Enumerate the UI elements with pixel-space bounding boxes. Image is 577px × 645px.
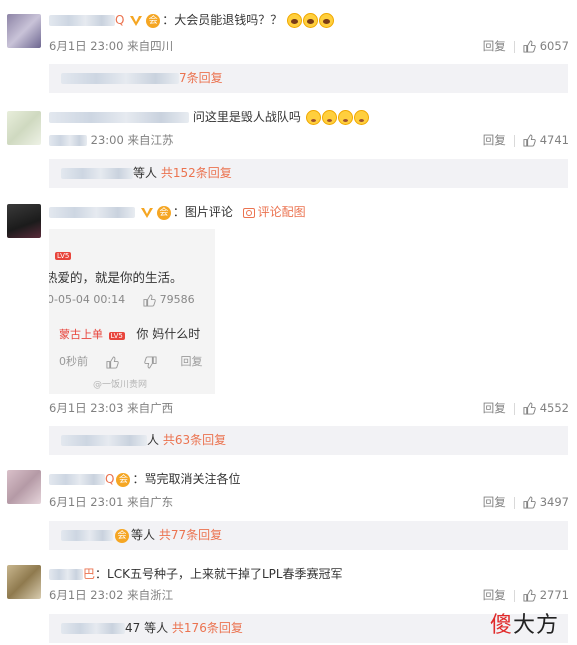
avatar[interactable] (7, 204, 41, 238)
picture-watermark: @一饭川贵网 (93, 380, 148, 390)
comment-text: ：骂完取消关注各位 (132, 472, 241, 486)
username-suffix[interactable]: Q (105, 472, 114, 486)
blurred-username[interactable] (49, 207, 135, 218)
picture-reply-user: 蒙古上单 (59, 328, 103, 341)
picture-reply-label: 回复 (180, 355, 203, 368)
blurred-username[interactable] (49, 474, 105, 485)
verified-v-icon (140, 207, 153, 218)
comment-text: 问这里是毁人战队吗 (192, 110, 301, 124)
comment-4: Q 会：骂完取消关注各位 6月1日 23:01 来自广东 回复 3497 会等人 共… (0, 460, 577, 555)
member-badge-icon: 会 (146, 13, 161, 28)
like-count: 4552 (539, 401, 569, 415)
reply-summary-bar[interactable]: 7条回复 (49, 64, 568, 93)
like-thumb-icon (105, 355, 119, 369)
like-thumb-icon[interactable] (523, 589, 536, 602)
reply-count-link[interactable]: 共63条回复 (163, 433, 226, 447)
reply-prefix: 等人 (131, 528, 156, 542)
thinking-face-icon (353, 110, 369, 125)
comment-time: 23:00 (90, 133, 124, 147)
reply-count-link[interactable]: 共152条回复 (161, 166, 232, 180)
comment-source: 来自广东 (127, 495, 174, 509)
thinking-face-icon (337, 110, 353, 125)
crying-face-icon (287, 13, 303, 28)
camera-icon (242, 207, 255, 218)
site-watermark: 傻大方 (489, 613, 559, 638)
picture-likes: 79586 (159, 293, 195, 306)
level-tag: LV5 (108, 332, 125, 340)
like-count: 6057 (539, 39, 569, 53)
like-thumb-icon[interactable] (523, 496, 536, 509)
reply-button[interactable]: 回复 (483, 133, 506, 147)
username-suffix[interactable]: 巴 (83, 567, 95, 581)
like-thumb-icon[interactable] (523, 134, 536, 147)
like-count: 2771 (539, 588, 569, 602)
comment-2: 问这里是毁人战队吗 23:00 来自江苏 回复 4741 等人 共152条回复 (0, 100, 577, 195)
member-badge-icon: 会 (115, 528, 129, 543)
reply-summary-bar[interactable]: 等人 共152条回复 (49, 159, 568, 188)
picture-date: 0-05-04 00:14 (49, 293, 126, 306)
blurred-date (49, 135, 87, 146)
crying-face-icon (303, 13, 319, 28)
like-count: 4741 (539, 133, 569, 147)
reply-button[interactable]: 回复 (483, 39, 506, 53)
comment-time: 6月1日 23:03 (49, 401, 124, 415)
comment-text: ：大会员能退钱吗？？ (162, 13, 283, 27)
member-badge-icon: 会 (116, 472, 131, 487)
blurred-username[interactable] (49, 112, 189, 123)
comment-source: 来自广西 (127, 401, 174, 415)
blurred-replier (61, 168, 133, 179)
comment-time: 6月1日 23:01 (49, 495, 124, 509)
blurred-username[interactable] (49, 15, 115, 26)
blurred-replier (61, 435, 147, 446)
avatar[interactable] (7, 565, 41, 599)
reply-prefix: 人 (147, 433, 160, 447)
comment-1: Q 会：大会员能退钱吗？？ 6月1日 23:00 来自四川 回复 6057 7条回… (0, 0, 577, 100)
comment-text: ：图片评论 (172, 205, 233, 219)
avatar[interactable] (7, 111, 41, 145)
avatar[interactable] (7, 14, 41, 48)
crying-face-icon (319, 13, 335, 28)
like-thumb-icon[interactable] (523, 40, 536, 53)
comment-source: 来自江苏 (127, 133, 174, 147)
like-thumb-icon (143, 293, 156, 307)
verified-v-icon (130, 15, 143, 26)
reply-prefix: 47 等人 (125, 621, 169, 635)
picture-reply-text: 你 妈什么时 (136, 327, 201, 341)
thinking-face-icon (305, 110, 321, 125)
username-suffix[interactable]: Q (115, 13, 124, 27)
like-count: 3497 (539, 495, 569, 509)
comment-3: 会：图片评论 评论配图 LV5 热爱的，就是你的生活。 0-05-04 00:1… (0, 195, 577, 460)
comment-source: 来自浙江 (127, 588, 174, 602)
reply-summary-bar[interactable]: 人 共63条回复 (49, 426, 568, 455)
view-picture-link[interactable]: 评论配图 (258, 205, 306, 219)
reply-summary-bar[interactable]: 会等人 共77条回复 (49, 521, 568, 550)
reply-button[interactable]: 回复 (483, 495, 506, 509)
comment-picture[interactable]: LV5 热爱的，就是你的生活。 0-05-04 00:14 79586 蒙古上单… (49, 229, 215, 394)
comment-time: 6月1日 23:00 (49, 39, 124, 53)
reply-button[interactable]: 回复 (483, 588, 506, 602)
comment-source: 来自四川 (127, 39, 174, 53)
dislike-thumb-icon (144, 355, 157, 369)
blurred-username[interactable] (49, 569, 83, 580)
reply-button[interactable]: 回复 (483, 401, 506, 415)
blurred-replier (61, 73, 179, 84)
blurred-replier (61, 530, 113, 541)
level-tag: LV5 (55, 252, 72, 260)
avatar[interactable] (7, 470, 41, 504)
comment-text: ：LCK五号种子，上来就干掉了LPL春季赛冠军 (95, 567, 343, 581)
picture-ago: 0秒前 (59, 355, 88, 368)
reply-count-link[interactable]: 7条回复 (179, 71, 223, 85)
picture-text: 热爱的，就是你的生活。 (49, 270, 183, 285)
thinking-face-icon (321, 110, 337, 125)
blurred-replier (61, 623, 125, 634)
reply-count-link[interactable]: 共77条回复 (159, 528, 222, 542)
comment-time: 6月1日 23:02 (49, 588, 124, 602)
member-badge-icon: 会 (156, 205, 171, 220)
reply-prefix: 等人 (133, 166, 158, 180)
like-thumb-icon[interactable] (523, 402, 536, 415)
reply-count-link[interactable]: 共176条回复 (172, 621, 243, 635)
